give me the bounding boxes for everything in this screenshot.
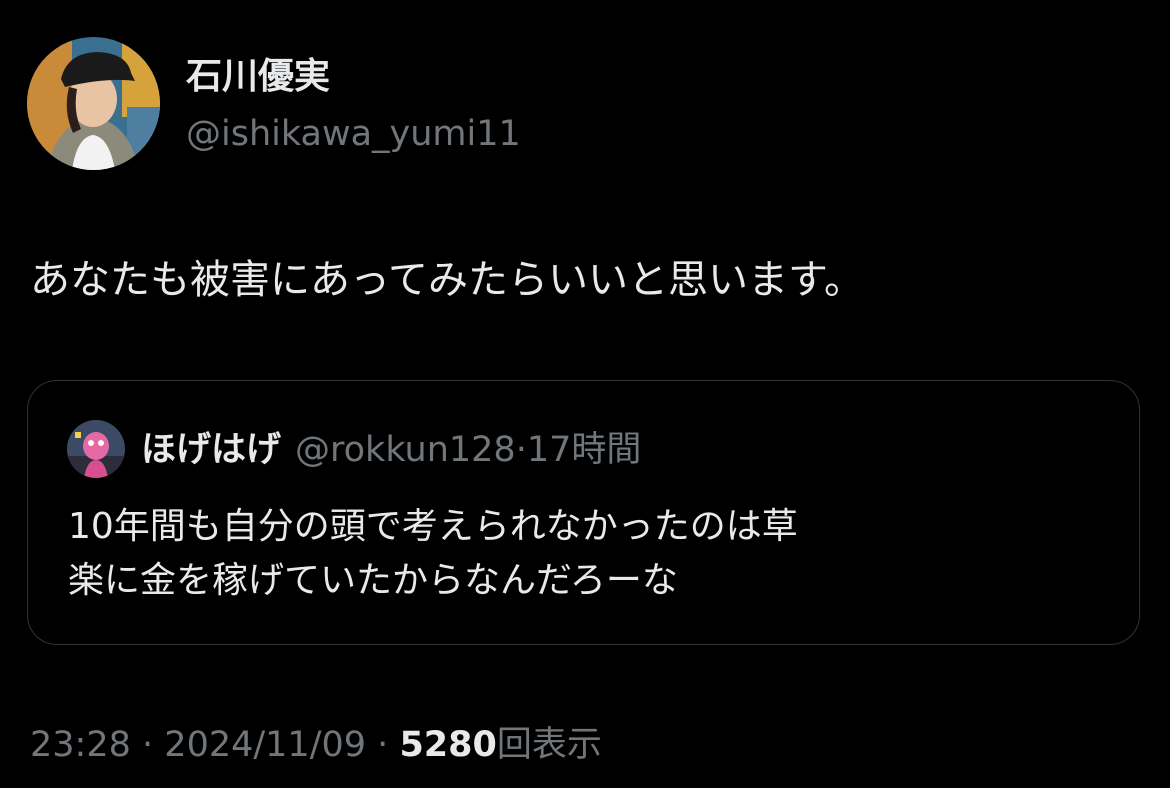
quoted-author-avatar[interactable]	[67, 420, 125, 478]
quoted-author-handle[interactable]: @rokkun128	[295, 430, 516, 470]
quoted-author-name[interactable]: ほげはげ	[141, 430, 281, 470]
tweet-date[interactable]: 2024/11/09	[164, 725, 366, 765]
separator-dot: ·	[515, 430, 527, 470]
quoted-tweet-text: 10年間も自分の頭で考えられなかったのは草 楽に金を稼げていたからなんだろーな	[68, 500, 798, 608]
views-label: 回表示	[496, 725, 602, 765]
tweet-time[interactable]: 23:28	[30, 725, 131, 765]
author-avatar[interactable]	[27, 37, 160, 170]
tweet-meta: 23:28 · 2024/11/09 · 5280回表示	[30, 721, 602, 769]
author-handle[interactable]: @ishikawa_yumi11	[186, 112, 521, 156]
quoted-tweet-line: 10年間も自分の頭で考えられなかったのは草	[68, 506, 798, 547]
separator-dot: ·	[142, 725, 154, 765]
author-display-name[interactable]: 石川優実	[186, 55, 330, 99]
quoted-tweet-line: 楽に金を稼げていたからなんだろーな	[68, 560, 678, 601]
separator-dot: ·	[377, 725, 389, 765]
quoted-tweet-time[interactable]: 17時間	[527, 430, 642, 470]
tweet-text: あなたも被害にあってみたらいいと思います。	[30, 257, 864, 303]
quoted-tweet-card[interactable]: ほげはげ @rokkun128·17時間 10年間も自分の頭で考えられなかったのは…	[27, 380, 1140, 645]
views-count: 5280	[399, 725, 497, 765]
quoted-tweet-header: ほげはげ @rokkun128·17時間	[141, 428, 641, 472]
